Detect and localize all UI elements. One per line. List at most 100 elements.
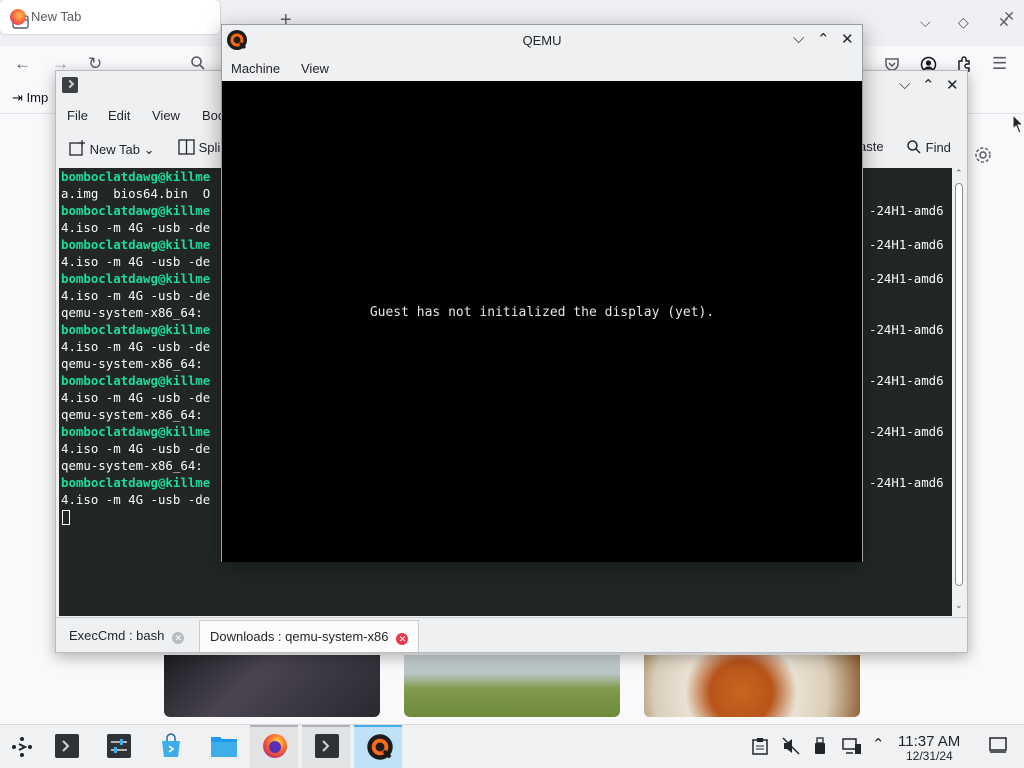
close-window-icon[interactable]: ✕ [998,14,1010,31]
tab-new-tab[interactable]: New Tab ✕ [0,0,1015,34]
new-tab-button[interactable]: New Tab ⌄ [68,139,155,158]
terminal-prompt-line: bomboclatdawg@killme [61,203,211,218]
menu-file[interactable]: File [67,108,88,123]
firefox-icon [262,733,288,759]
story-card-image[interactable] [404,655,620,717]
scroll-up-icon[interactable]: ⌃ [955,168,963,179]
terminal-scrollbar[interactable]: ⌃ ⌄ [952,168,966,616]
menu-machine[interactable]: Machine [231,61,280,76]
import-icon: ⇥ [12,90,23,105]
menu-view[interactable]: View [301,61,329,76]
back-icon[interactable]: ← [14,55,31,72]
show-desktop-icon[interactable] [989,737,1007,753]
minimize-icon[interactable]: ⌵ [899,76,910,93]
task-indicator [302,725,350,727]
split-view-icon [178,139,195,155]
chevron-down-icon[interactable]: ⌄ [144,142,155,157]
volume-muted-icon[interactable] [782,737,800,755]
terminal-output-line: a.img bios64.bin O [61,186,211,201]
close-tab-icon[interactable]: ✕ [172,632,185,644]
task-indicator [354,725,402,727]
minimize-icon[interactable]: ⌵ [920,14,931,31]
close-tab-icon[interactable]: ✕ [396,633,409,645]
clock-date[interactable]: 12/31/24 [906,749,953,763]
close-icon[interactable]: ✕ [841,30,854,48]
clock-time[interactable]: 11:37 AM [898,733,960,750]
terminal-prompt-line: bomboclatdawg@killme [61,475,211,490]
tab-downloads-qemu[interactable]: Downloads : qemu-system-x86 ✕ [199,620,420,652]
taskbar-qemu-window[interactable] [354,725,402,768]
menu-view[interactable]: View [152,108,180,123]
story-card-image[interactable] [644,655,860,717]
terminal-output-line: 4.iso -m 4G -usb -de [61,254,211,269]
mouse-cursor-icon [1012,114,1024,134]
terminal-output-line: 4.iso -m 4G -usb -de [61,288,211,303]
konsole-tab-bar: ExecCmd : bash ✕ Downloads : qemu-system-… [56,617,967,653]
window-title: QEMU [522,33,562,48]
konsole-icon [54,733,80,759]
qemu-menubar: Machine View [222,55,862,81]
tab-label: Downloads : qemu-system-x86 [210,629,389,644]
terminal-output-line: -24H1-amd6 [869,424,944,439]
hamburger-menu-icon[interactable]: ☰ [992,55,1007,72]
minimize-icon[interactable]: ⌵ [793,30,804,47]
import-bookmarks-label: Imp [26,90,49,105]
terminal-output-line: -24H1-amd6 [869,322,944,337]
terminal-output-line: -24H1-amd6 [869,373,944,388]
customize-gear-icon[interactable] [974,146,992,164]
close-icon[interactable]: ✕ [946,76,959,94]
terminal-output-line: 4.iso -m 4G -usb -de [61,339,211,354]
maximize-icon[interactable]: ◇ [958,14,969,31]
taskbar-firefox[interactable] [250,725,298,768]
taskbar-discover[interactable] [146,725,194,768]
display-message: Guest has not initialized the display (y… [369,305,715,320]
new-tab-label: New Tab [89,142,140,157]
settings-sliders-icon [106,733,132,759]
split-view-button[interactable]: Spli [178,139,220,155]
terminal-cursor [62,510,70,525]
story-card-image[interactable] [164,655,380,717]
terminal-output-line: qemu-system-x86_64: [61,407,211,422]
terminal-output-line: 4.iso -m 4G -usb -de [61,390,211,405]
terminal-output-line: 4.iso -m 4G -usb -de [61,220,211,235]
guest-display[interactable]: Guest has not initialized the display (y… [222,81,862,562]
konsole-icon [314,733,340,759]
qemu-window: QEMU ⌵ ⌃ ✕ Machine View Guest has not in… [221,24,863,562]
tab-title: New Tab [31,9,82,24]
clipboard-icon[interactable] [752,737,768,755]
search-icon[interactable] [190,55,206,71]
taskbar-system-settings[interactable] [94,725,142,768]
terminal-prompt-line: bomboclatdawg@killme [61,237,211,252]
terminal-output-line: -24H1-amd6 [869,203,944,218]
terminal-output-line: qemu-system-x86_64: [61,458,211,473]
discover-shopping-bag-icon [158,733,184,759]
network-icon[interactable] [842,737,862,755]
taskbar: ⌃ 11:37 AM 12/31/24 [0,724,1024,768]
terminal-prompt-line: bomboclatdawg@killme [61,424,211,439]
find-button[interactable]: Find [906,139,951,155]
scrollbar-thumb[interactable] [955,183,963,586]
usb-device-icon[interactable] [814,737,826,755]
maximize-icon[interactable]: ⌃ [817,30,830,48]
scroll-down-icon[interactable]: ⌄ [955,600,963,611]
import-bookmarks-button[interactable]: ⇥ Imp [12,90,48,106]
new-tab-icon [68,139,86,157]
tab-execcmd-bash[interactable]: ExecCmd : bash ✕ [59,620,194,652]
folder-icon [210,733,237,759]
taskbar-konsole-launcher[interactable] [42,725,90,768]
terminal-prompt-line: bomboclatdawg@killme [61,373,211,388]
terminal-output-line: 4.iso -m 4G -usb -de [61,441,211,456]
konsole-icon [62,77,78,93]
maximize-icon[interactable]: ⌃ [922,76,935,94]
taskbar-konsole-window[interactable] [302,725,350,768]
menu-edit[interactable]: Edit [108,108,130,123]
application-launcher-button[interactable] [0,725,48,768]
taskbar-dolphin[interactable] [198,725,246,768]
show-hidden-icons-chevron[interactable]: ⌃ [872,735,885,753]
terminal-prompt-line: bomboclatdawg@killme [61,169,211,184]
qemu-titlebar[interactable]: QEMU ⌵ ⌃ ✕ [222,25,862,55]
terminal-output-line: -24H1-amd6 [869,475,944,490]
terminal-prompt-line: bomboclatdawg@killme [61,322,211,337]
task-indicator [250,725,298,727]
search-icon [906,139,922,155]
